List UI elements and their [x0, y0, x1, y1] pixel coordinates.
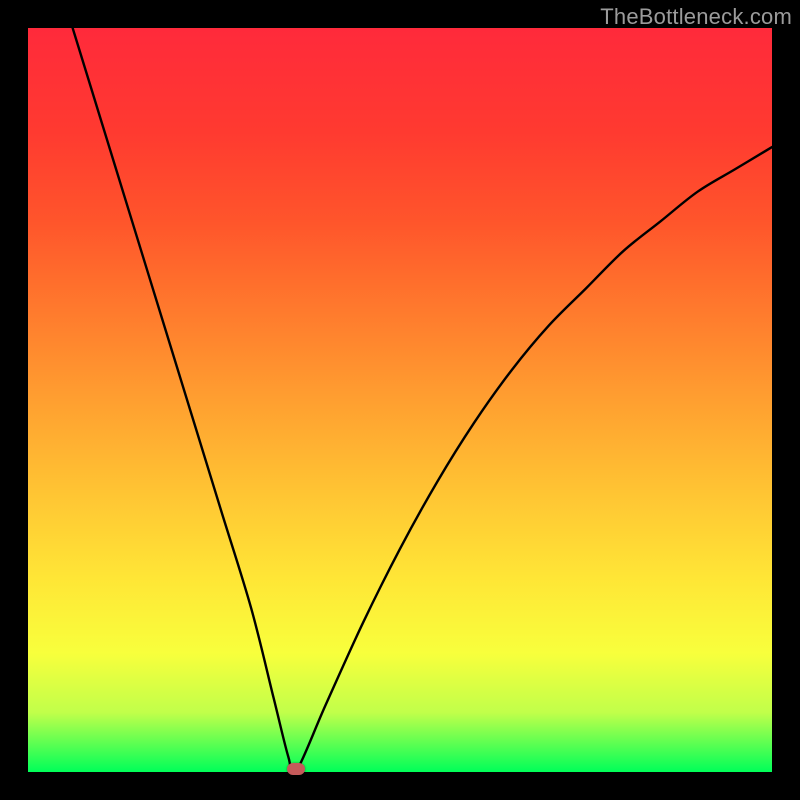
optimal-marker	[287, 763, 305, 775]
chart-frame	[28, 28, 772, 772]
attribution-text: TheBottleneck.com	[600, 4, 792, 30]
bottleneck-curve	[28, 28, 772, 772]
